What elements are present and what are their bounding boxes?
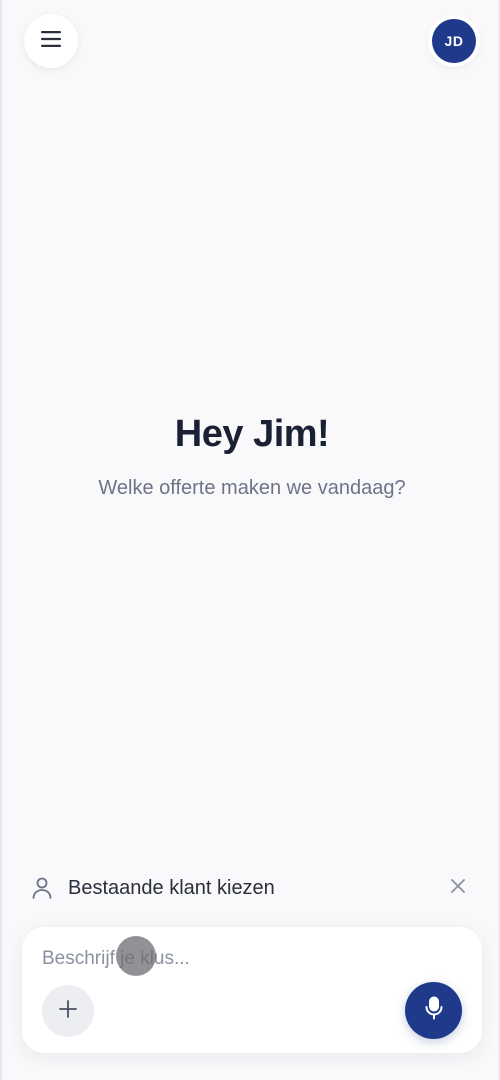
greeting-subtitle: Welke offerte maken we vandaag? (98, 477, 406, 499)
hamburger-menu-icon (41, 30, 61, 52)
existing-client-row: Bestaande klant kiezen (24, 866, 480, 910)
person-icon (28, 874, 56, 902)
plus-icon (58, 999, 78, 1024)
job-description-input[interactable] (42, 945, 462, 973)
close-client-picker-button[interactable] (446, 876, 470, 900)
app-screen: JD Hey Jim! Welke offerte maken we vanda… (0, 0, 500, 1080)
message-composer (22, 927, 482, 1053)
avatar[interactable]: JD (432, 19, 476, 63)
add-attachment-button[interactable] (42, 985, 94, 1037)
choose-existing-client-button[interactable]: Bestaande klant kiezen (24, 874, 275, 902)
close-icon (450, 878, 466, 899)
voice-input-button[interactable] (405, 982, 462, 1039)
existing-client-label: Bestaande klant kiezen (68, 876, 275, 899)
greeting-title: Hey Jim! (174, 413, 330, 455)
menu-button[interactable] (24, 14, 78, 68)
microphone-icon (424, 996, 444, 1025)
